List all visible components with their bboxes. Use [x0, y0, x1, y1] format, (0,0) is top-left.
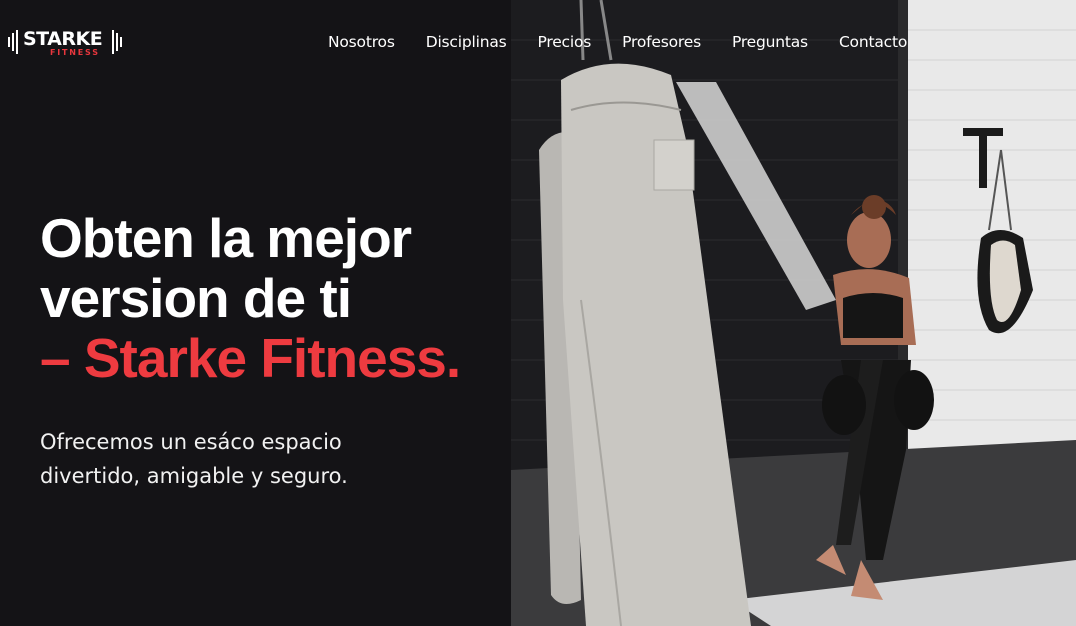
- brand-tagline: FITNESS: [50, 48, 100, 57]
- hero-subtitle: Ofrecemos un esáco espacio divertido, am…: [40, 425, 460, 493]
- hero-subtitle-line-1: Ofrecemos un esáco espacio: [40, 430, 342, 454]
- hero-title-line-2: version de ti: [40, 267, 352, 329]
- nav-link-preguntas[interactable]: Preguntas: [732, 33, 808, 51]
- nav-link-precios[interactable]: Precios: [538, 33, 592, 51]
- nav-link-disciplinas[interactable]: Disciplinas: [426, 33, 507, 51]
- hero-title-accent: – Starke Fitness.: [40, 327, 461, 389]
- hero-title-line-1: Obten la mejor: [40, 207, 412, 269]
- dumbbell-right-icon: [112, 30, 124, 54]
- hero-title: Obten la mejor version de ti – Starke Fi…: [40, 207, 461, 389]
- nav-link-contacto[interactable]: Contacto: [839, 33, 907, 51]
- brand-name: STARKE: [23, 28, 103, 50]
- main-nav: Nosotros Disciplinas Precios Profesores …: [328, 33, 938, 51]
- brand-logo[interactable]: STARKE FITNESS: [8, 26, 130, 58]
- dumbbell-left-icon: [8, 30, 20, 54]
- nav-link-profesores[interactable]: Profesores: [622, 33, 701, 51]
- nav-link-nosotros[interactable]: Nosotros: [328, 33, 395, 51]
- hero-photo: [511, 0, 1076, 626]
- hero-subtitle-line-2: divertido, amigable y seguro.: [40, 464, 348, 488]
